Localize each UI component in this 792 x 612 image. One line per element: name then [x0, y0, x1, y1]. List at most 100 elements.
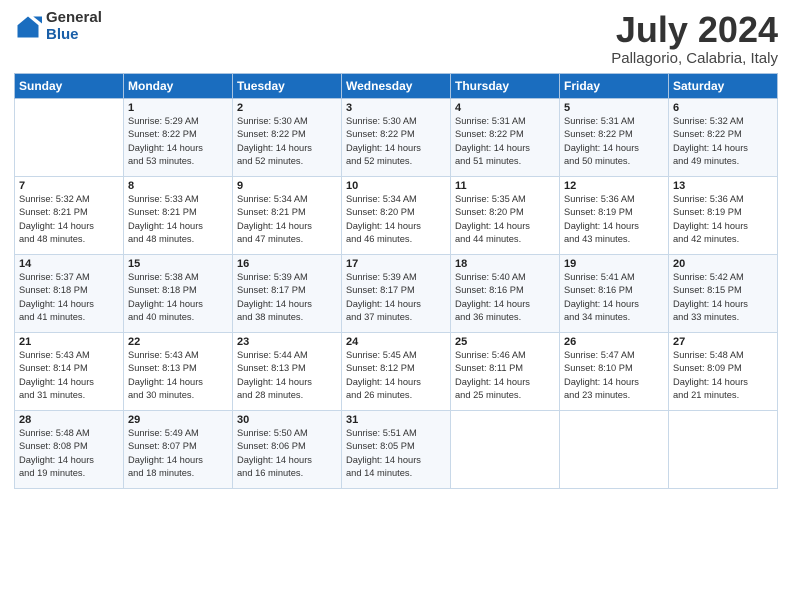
day-info: Sunrise: 5:39 AM Sunset: 8:17 PM Dayligh…	[346, 271, 446, 325]
calendar-week-3: 14Sunrise: 5:37 AM Sunset: 8:18 PM Dayli…	[15, 254, 778, 332]
page-container: General Blue July 2024 Pallagorio, Calab…	[0, 0, 792, 497]
calendar-cell: 13Sunrise: 5:36 AM Sunset: 8:19 PM Dayli…	[669, 176, 778, 254]
day-number: 11	[455, 180, 555, 192]
calendar-cell: 27Sunrise: 5:48 AM Sunset: 8:09 PM Dayli…	[669, 332, 778, 410]
day-info: Sunrise: 5:29 AM Sunset: 8:22 PM Dayligh…	[128, 115, 228, 169]
calendar-cell: 10Sunrise: 5:34 AM Sunset: 8:20 PM Dayli…	[342, 176, 451, 254]
calendar-table: SundayMondayTuesdayWednesdayThursdayFrid…	[14, 73, 778, 489]
day-info: Sunrise: 5:36 AM Sunset: 8:19 PM Dayligh…	[673, 193, 773, 247]
day-info: Sunrise: 5:48 AM Sunset: 8:09 PM Dayligh…	[673, 349, 773, 403]
day-number: 24	[346, 336, 446, 348]
day-number: 28	[19, 414, 119, 426]
calendar-cell: 22Sunrise: 5:43 AM Sunset: 8:13 PM Dayli…	[124, 332, 233, 410]
day-info: Sunrise: 5:51 AM Sunset: 8:05 PM Dayligh…	[346, 427, 446, 481]
day-number: 15	[128, 258, 228, 270]
month-year-title: July 2024	[611, 10, 778, 50]
day-number: 16	[237, 258, 337, 270]
calendar-cell: 3Sunrise: 5:30 AM Sunset: 8:22 PM Daylig…	[342, 98, 451, 176]
calendar-cell: 1Sunrise: 5:29 AM Sunset: 8:22 PM Daylig…	[124, 98, 233, 176]
title-block: July 2024 Pallagorio, Calabria, Italy	[611, 10, 778, 67]
day-info: Sunrise: 5:46 AM Sunset: 8:11 PM Dayligh…	[455, 349, 555, 403]
day-number: 7	[19, 180, 119, 192]
calendar-week-5: 28Sunrise: 5:48 AM Sunset: 8:08 PM Dayli…	[15, 410, 778, 488]
calendar-cell	[669, 410, 778, 488]
calendar-cell: 19Sunrise: 5:41 AM Sunset: 8:16 PM Dayli…	[560, 254, 669, 332]
header-row-days: SundayMondayTuesdayWednesdayThursdayFrid…	[15, 73, 778, 98]
calendar-cell: 21Sunrise: 5:43 AM Sunset: 8:14 PM Dayli…	[15, 332, 124, 410]
day-info: Sunrise: 5:34 AM Sunset: 8:21 PM Dayligh…	[237, 193, 337, 247]
header-cell-sunday: Sunday	[15, 73, 124, 98]
header-cell-thursday: Thursday	[451, 73, 560, 98]
calendar-cell: 4Sunrise: 5:31 AM Sunset: 8:22 PM Daylig…	[451, 98, 560, 176]
day-number: 2	[237, 102, 337, 114]
day-info: Sunrise: 5:34 AM Sunset: 8:20 PM Dayligh…	[346, 193, 446, 247]
day-info: Sunrise: 5:40 AM Sunset: 8:16 PM Dayligh…	[455, 271, 555, 325]
calendar-cell: 29Sunrise: 5:49 AM Sunset: 8:07 PM Dayli…	[124, 410, 233, 488]
day-number: 19	[564, 258, 664, 270]
day-info: Sunrise: 5:36 AM Sunset: 8:19 PM Dayligh…	[564, 193, 664, 247]
day-number: 20	[673, 258, 773, 270]
day-info: Sunrise: 5:39 AM Sunset: 8:17 PM Dayligh…	[237, 271, 337, 325]
day-number: 13	[673, 180, 773, 192]
calendar-cell: 5Sunrise: 5:31 AM Sunset: 8:22 PM Daylig…	[560, 98, 669, 176]
day-info: Sunrise: 5:47 AM Sunset: 8:10 PM Dayligh…	[564, 349, 664, 403]
day-number: 29	[128, 414, 228, 426]
location-subtitle: Pallagorio, Calabria, Italy	[611, 50, 778, 67]
calendar-week-1: 1Sunrise: 5:29 AM Sunset: 8:22 PM Daylig…	[15, 98, 778, 176]
calendar-cell: 26Sunrise: 5:47 AM Sunset: 8:10 PM Dayli…	[560, 332, 669, 410]
day-number: 3	[346, 102, 446, 114]
header-cell-tuesday: Tuesday	[233, 73, 342, 98]
header-cell-saturday: Saturday	[669, 73, 778, 98]
day-info: Sunrise: 5:32 AM Sunset: 8:21 PM Dayligh…	[19, 193, 119, 247]
day-info: Sunrise: 5:32 AM Sunset: 8:22 PM Dayligh…	[673, 115, 773, 169]
calendar-cell: 31Sunrise: 5:51 AM Sunset: 8:05 PM Dayli…	[342, 410, 451, 488]
calendar-cell: 6Sunrise: 5:32 AM Sunset: 8:22 PM Daylig…	[669, 98, 778, 176]
day-info: Sunrise: 5:31 AM Sunset: 8:22 PM Dayligh…	[564, 115, 664, 169]
calendar-cell: 17Sunrise: 5:39 AM Sunset: 8:17 PM Dayli…	[342, 254, 451, 332]
day-info: Sunrise: 5:38 AM Sunset: 8:18 PM Dayligh…	[128, 271, 228, 325]
day-number: 23	[237, 336, 337, 348]
calendar-week-2: 7Sunrise: 5:32 AM Sunset: 8:21 PM Daylig…	[15, 176, 778, 254]
calendar-cell: 15Sunrise: 5:38 AM Sunset: 8:18 PM Dayli…	[124, 254, 233, 332]
logo-blue: Blue	[46, 27, 102, 44]
calendar-week-4: 21Sunrise: 5:43 AM Sunset: 8:14 PM Dayli…	[15, 332, 778, 410]
day-number: 10	[346, 180, 446, 192]
calendar-cell: 12Sunrise: 5:36 AM Sunset: 8:19 PM Dayli…	[560, 176, 669, 254]
day-info: Sunrise: 5:45 AM Sunset: 8:12 PM Dayligh…	[346, 349, 446, 403]
day-info: Sunrise: 5:35 AM Sunset: 8:20 PM Dayligh…	[455, 193, 555, 247]
header-cell-wednesday: Wednesday	[342, 73, 451, 98]
day-number: 6	[673, 102, 773, 114]
calendar-body: 1Sunrise: 5:29 AM Sunset: 8:22 PM Daylig…	[15, 98, 778, 488]
day-info: Sunrise: 5:30 AM Sunset: 8:22 PM Dayligh…	[237, 115, 337, 169]
day-number: 1	[128, 102, 228, 114]
calendar-cell	[15, 98, 124, 176]
calendar-cell: 25Sunrise: 5:46 AM Sunset: 8:11 PM Dayli…	[451, 332, 560, 410]
day-number: 5	[564, 102, 664, 114]
calendar-cell: 24Sunrise: 5:45 AM Sunset: 8:12 PM Dayli…	[342, 332, 451, 410]
calendar-cell: 9Sunrise: 5:34 AM Sunset: 8:21 PM Daylig…	[233, 176, 342, 254]
header-cell-monday: Monday	[124, 73, 233, 98]
day-info: Sunrise: 5:48 AM Sunset: 8:08 PM Dayligh…	[19, 427, 119, 481]
header-cell-friday: Friday	[560, 73, 669, 98]
calendar-cell: 16Sunrise: 5:39 AM Sunset: 8:17 PM Dayli…	[233, 254, 342, 332]
day-info: Sunrise: 5:43 AM Sunset: 8:13 PM Dayligh…	[128, 349, 228, 403]
day-number: 17	[346, 258, 446, 270]
day-number: 27	[673, 336, 773, 348]
calendar-header: SundayMondayTuesdayWednesdayThursdayFrid…	[15, 73, 778, 98]
day-number: 8	[128, 180, 228, 192]
day-info: Sunrise: 5:43 AM Sunset: 8:14 PM Dayligh…	[19, 349, 119, 403]
day-number: 21	[19, 336, 119, 348]
day-info: Sunrise: 5:44 AM Sunset: 8:13 PM Dayligh…	[237, 349, 337, 403]
calendar-cell: 7Sunrise: 5:32 AM Sunset: 8:21 PM Daylig…	[15, 176, 124, 254]
day-info: Sunrise: 5:42 AM Sunset: 8:15 PM Dayligh…	[673, 271, 773, 325]
day-info: Sunrise: 5:31 AM Sunset: 8:22 PM Dayligh…	[455, 115, 555, 169]
logo-text: General Blue	[46, 10, 102, 43]
day-number: 14	[19, 258, 119, 270]
day-number: 12	[564, 180, 664, 192]
logo-icon	[14, 13, 42, 41]
day-number: 18	[455, 258, 555, 270]
day-info: Sunrise: 5:41 AM Sunset: 8:16 PM Dayligh…	[564, 271, 664, 325]
day-number: 9	[237, 180, 337, 192]
calendar-cell: 20Sunrise: 5:42 AM Sunset: 8:15 PM Dayli…	[669, 254, 778, 332]
day-info: Sunrise: 5:33 AM Sunset: 8:21 PM Dayligh…	[128, 193, 228, 247]
